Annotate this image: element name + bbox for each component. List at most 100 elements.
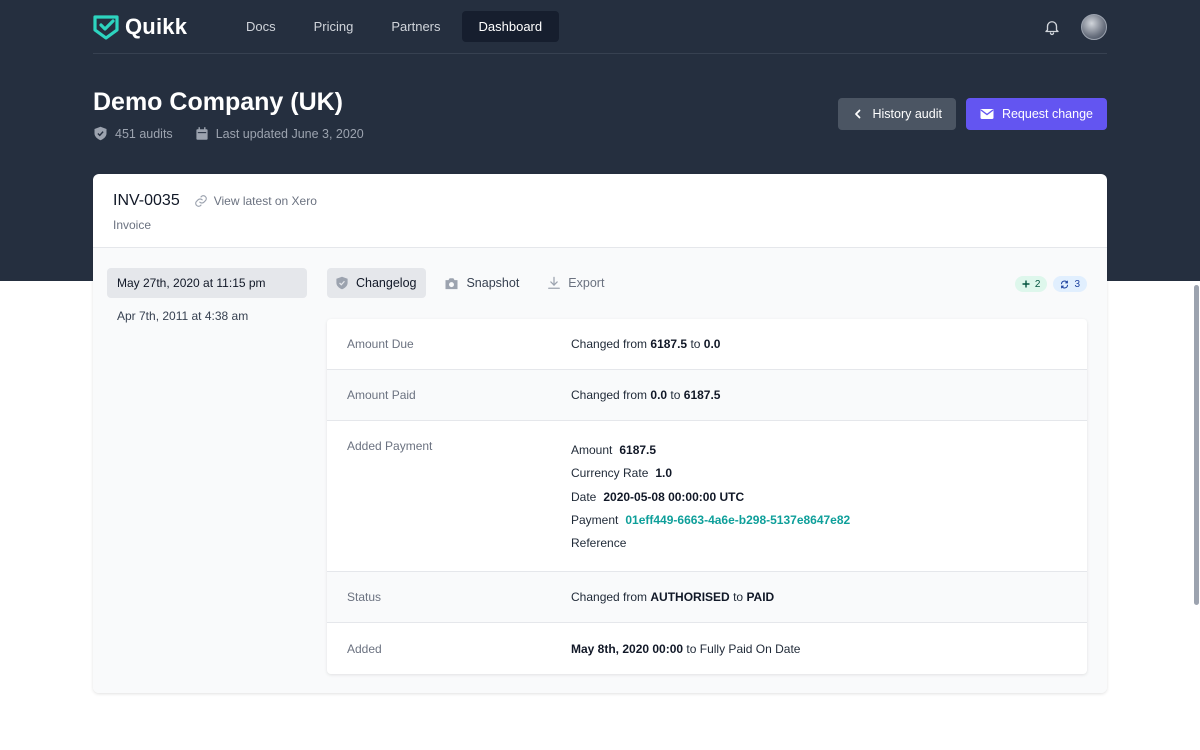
change-field-label: Amount Due	[347, 337, 414, 351]
change-prefix: Changed from	[571, 388, 648, 402]
change-field-label: Added	[347, 641, 382, 656]
calendar-icon	[196, 127, 208, 140]
nav-link-dashboard[interactable]: Dashboard	[461, 11, 560, 42]
payment-id-key: Payment	[571, 512, 619, 527]
table-row: Amount Paid Changed from 0.0 to 6187.5	[327, 370, 1087, 421]
invoice-card: INV-0035 View latest on Xero Invoice May…	[93, 174, 1107, 693]
invoice-number: INV-0035	[113, 192, 180, 209]
invoice-body: May 27th, 2020 at 11:15 pm Apr 7th, 2011…	[93, 248, 1107, 693]
updated-count-badge: 3	[1053, 276, 1087, 292]
view-tabs: Changelog Snapshot Export	[327, 268, 614, 298]
brand-logo[interactable]: Quikk	[93, 14, 213, 40]
changelog-table: Amount Due Changed from 6187.5 to 0.0 Am…	[327, 319, 1087, 674]
xero-link-label: View latest on Xero	[213, 194, 317, 208]
added-date: May 8th, 2020 00:00	[571, 641, 684, 656]
payment-reference-key: Reference	[571, 536, 627, 551]
payment-date-key: Date	[571, 489, 597, 504]
nav-link-docs[interactable]: Docs	[229, 11, 293, 42]
change-from: AUTHORISED	[650, 590, 730, 604]
link-icon	[194, 195, 207, 207]
refresh-icon	[1061, 280, 1069, 288]
change-to-word: to	[690, 337, 701, 351]
top-nav: Quikk Docs Pricing Partners Dashboard	[93, 0, 1107, 54]
updated-count: 3	[1074, 278, 1080, 290]
change-field-label: Status	[347, 590, 382, 604]
change-badges: 2 3	[1014, 276, 1087, 292]
table-row: Added May 8th, 2020 00:00 to Fully Paid …	[327, 623, 1087, 674]
payment-date-value: 2020-05-08 00:00:00 UTC	[603, 489, 745, 504]
nav-right	[1041, 13, 1107, 40]
download-icon	[548, 276, 561, 289]
request-change-label: Request change	[1001, 107, 1093, 121]
change-to-word: to	[670, 388, 681, 402]
audits-label: 451 audits	[115, 126, 173, 141]
currency-rate-key: Currency Rate	[571, 466, 649, 481]
view-on-xero-link[interactable]: View latest on Xero	[194, 194, 317, 208]
change-value: Changed from AUTHORISED to PAID	[571, 590, 774, 604]
table-row: Status Changed from AUTHORISED to PAID	[327, 572, 1087, 623]
audit-date-list: May 27th, 2020 at 11:15 pm Apr 7th, 2011…	[107, 268, 307, 334]
chevron-left-icon	[855, 109, 861, 119]
scrollbar[interactable]	[1192, 0, 1200, 750]
camera-icon	[445, 277, 458, 289]
tab-export[interactable]: Export	[539, 268, 614, 298]
audits-count: 451 audits	[93, 126, 173, 141]
added-suffix: to Fully Paid On Date	[686, 641, 801, 656]
change-value: Changed from 6187.5 to 0.0	[571, 337, 720, 351]
added-count: 2	[1034, 278, 1041, 290]
table-row: Added Payment Amount 6187.5 Currency Rate…	[327, 421, 1087, 572]
change-to: PAID	[746, 590, 775, 604]
last-updated-label: Last updated June 3, 2020	[215, 126, 364, 141]
brand-name: Quikk	[125, 13, 188, 39]
company-header: Demo Company (UK) 451 audits Last update…	[93, 88, 364, 141]
payment-currency-rate: Currency Rate 1.0	[571, 462, 850, 485]
tab-changelog[interactable]: Changelog	[327, 268, 427, 298]
change-field-label: Added Payment	[347, 439, 433, 453]
bell-icon[interactable]	[1041, 16, 1063, 38]
logo-icon	[93, 14, 119, 40]
added-count-badge: 2	[1014, 276, 1048, 292]
change-prefix: Changed from	[571, 590, 648, 604]
header-actions: History audit Request change	[838, 98, 1107, 130]
table-row: Amount Due Changed from 6187.5 to 0.0	[327, 319, 1087, 370]
payment-id-link[interactable]: 01eff449-6663-4a6e-b298-5137e8647e82	[625, 513, 850, 527]
shield-icon	[336, 276, 348, 290]
payment-amount-key: Amount	[571, 443, 613, 457]
tab-snapshot[interactable]: Snapshot	[436, 268, 529, 298]
change-to: 0.0	[703, 337, 721, 351]
history-audit-label: History audit	[872, 107, 942, 121]
payment-id: Payment 01eff449-6663-4a6e-b298-5137e8647…	[571, 509, 850, 532]
change-from: 6187.5	[650, 337, 688, 351]
payment-date: Date 2020-05-08 00:00:00 UTC	[571, 486, 850, 509]
tab-snapshot-label: Snapshot	[466, 276, 520, 290]
currency-rate-value: 1.0	[655, 466, 673, 481]
change-value: May 8th, 2020 00:00 to Fully Paid On Dat…	[571, 642, 800, 656]
request-change-button[interactable]: Request change	[965, 98, 1107, 130]
company-meta: 451 audits Last updated June 3, 2020	[93, 126, 364, 141]
shield-icon	[94, 126, 107, 141]
plus-icon	[1022, 280, 1030, 288]
audit-date-item[interactable]: May 27th, 2020 at 11:15 pm	[107, 268, 307, 298]
change-field-label: Amount Paid	[347, 388, 416, 402]
change-from: 0.0	[650, 388, 668, 402]
avatar[interactable]	[1081, 13, 1107, 40]
change-to: 6187.5	[683, 388, 721, 402]
last-updated: Last updated June 3, 2020	[195, 126, 364, 141]
payment-amount: Amount 6187.5	[571, 439, 850, 462]
audit-date-item[interactable]: Apr 7th, 2011 at 4:38 am	[107, 301, 307, 331]
tab-changelog-label: Changelog	[356, 276, 417, 290]
nav-links: Docs Pricing Partners Dashboard	[229, 11, 560, 42]
change-value: Changed from 0.0 to 6187.5	[571, 388, 720, 402]
change-to-word: to	[733, 590, 744, 604]
payment-reference: Reference	[571, 532, 850, 555]
page-title: Demo Company (UK)	[93, 88, 344, 116]
mail-icon	[980, 109, 994, 119]
change-prefix: Changed from	[571, 337, 648, 351]
invoice-header: INV-0035 View latest on Xero Invoice	[93, 174, 1107, 248]
payment-amount-value: 6187.5	[619, 443, 657, 457]
tab-export-label: Export	[568, 276, 605, 290]
history-audit-button[interactable]: History audit	[838, 98, 956, 130]
nav-link-pricing[interactable]: Pricing	[297, 11, 371, 42]
scrollbar-thumb[interactable]	[1194, 285, 1199, 605]
nav-link-partners[interactable]: Partners	[374, 11, 457, 42]
